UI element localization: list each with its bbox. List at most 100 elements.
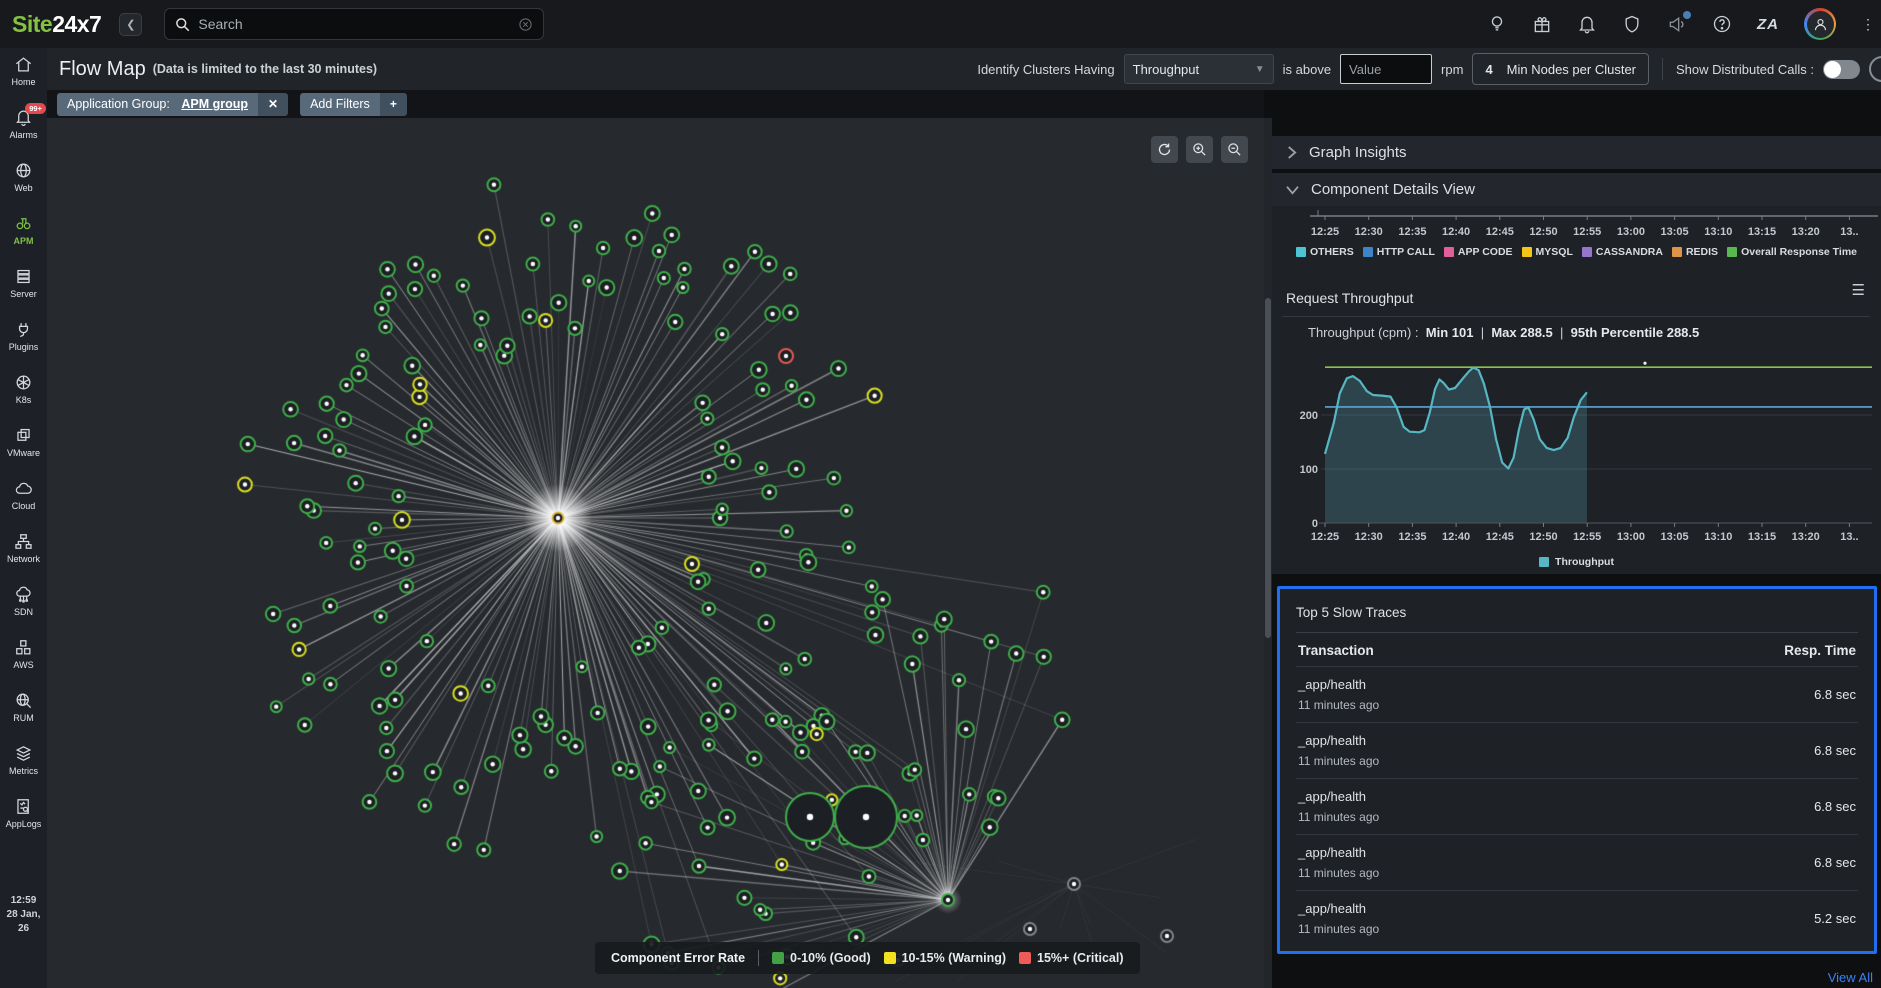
sidebar-item-home[interactable]: Home: [0, 48, 47, 101]
lightbulb-icon[interactable]: [1487, 14, 1507, 34]
gift-icon[interactable]: [1532, 14, 1552, 34]
component-details-title: Component Details View: [1311, 181, 1475, 198]
transaction-name[interactable]: _app/health: [1298, 901, 1379, 916]
distributed-calls-label: Show Distributed Calls :: [1676, 62, 1814, 77]
component-legend-item[interactable]: Overall Response Time: [1727, 246, 1857, 258]
chevron-down-icon: ▼: [1255, 64, 1265, 75]
topbar-icon-tray: ZA ⋮: [1487, 8, 1871, 40]
throughput-chart[interactable]: 200100012:2512:3012:3512:4012:4512:5012:…: [1272, 336, 1881, 551]
legend-swatch: [1522, 247, 1532, 257]
svg-text:12:25: 12:25: [1311, 531, 1339, 543]
svg-text:12:35: 12:35: [1398, 226, 1426, 238]
response-time: 6.8 sec: [1814, 799, 1856, 814]
component-details-content: 12:2512:3012:3512:4012:4512:5012:5513:00…: [1272, 206, 1881, 574]
sidebar-item-sdn[interactable]: SDN: [0, 578, 47, 631]
add-filter-button[interactable]: +: [380, 93, 407, 116]
transaction-name[interactable]: _app/health: [1298, 733, 1379, 748]
svg-text:12:40: 12:40: [1442, 531, 1470, 543]
zia-icon[interactable]: ZA: [1757, 16, 1779, 33]
application-group-chip[interactable]: Application Group: APM group ✕: [57, 93, 288, 116]
zoom-out-button[interactable]: [1221, 136, 1248, 163]
sidebar-item-web[interactable]: Web: [0, 154, 47, 207]
transaction-name[interactable]: _app/health: [1298, 677, 1379, 692]
search-bar[interactable]: Search: [164, 8, 544, 40]
threshold-value-input[interactable]: Value: [1340, 54, 1432, 84]
component-details-header[interactable]: Component Details View: [1272, 173, 1881, 206]
refresh-button[interactable]: [1151, 136, 1178, 163]
scrollbar-thumb[interactable]: [1265, 298, 1271, 638]
flow-map[interactable]: [47, 118, 1264, 988]
remove-filter-button[interactable]: ✕: [258, 93, 288, 116]
trace-row[interactable]: _app/health11 minutes ago6.8 sec: [1296, 778, 1858, 834]
error-rate-legend-item: 15%+ (Critical): [1019, 951, 1124, 965]
sidebar-item-alarms[interactable]: Alarms99+: [0, 101, 47, 154]
trace-row[interactable]: _app/health11 minutes ago6.8 sec: [1296, 666, 1858, 722]
min-nodes-box[interactable]: 4Min Nodes per Cluster: [1472, 53, 1649, 85]
component-chart-legend: OTHERS HTTP CALL APP CODE MYSQL CASSANDRA RED…: [1272, 246, 1881, 258]
top5-slow-traces-panel[interactable]: Top 5 Slow Traces Transaction Resp. Time…: [1277, 586, 1877, 954]
component-error-rate-legend: Component Error Rate 0-10% (Good) 10-15% …: [595, 942, 1140, 974]
help-icon[interactable]: [1712, 14, 1732, 34]
zoom-in-button[interactable]: [1186, 136, 1213, 163]
view-all-link[interactable]: View All: [1828, 970, 1873, 985]
sidebar-item-vmware[interactable]: VMware: [0, 419, 47, 472]
component-legend-item[interactable]: MYSQL: [1522, 246, 1573, 258]
flow-map-canvas-area[interactable]: Component Error Rate 0-10% (Good) 10-15% …: [47, 118, 1264, 988]
component-legend-item[interactable]: HTTP CALL: [1363, 246, 1435, 258]
trace-row[interactable]: _app/health11 minutes ago6.8 sec: [1296, 834, 1858, 890]
error-rate-legend-item: 0-10% (Good): [772, 951, 871, 965]
sidebar-item-server[interactable]: Server: [0, 260, 47, 313]
scrollbar-track[interactable]: [1264, 118, 1272, 988]
legend-title: Component Error Rate: [611, 951, 745, 965]
transaction-name[interactable]: _app/health: [1298, 845, 1379, 860]
svg-text:13..: 13..: [1840, 226, 1858, 238]
kebab-menu-icon[interactable]: ⋮: [1861, 22, 1871, 27]
sidebar-item-metrics[interactable]: Metrics: [0, 737, 47, 790]
component-legend-item[interactable]: OTHERS: [1296, 246, 1354, 258]
sidebar-item-network[interactable]: Network: [0, 525, 47, 578]
legend-swatch: [1296, 247, 1306, 257]
svg-text:12:55: 12:55: [1573, 226, 1601, 238]
clear-search-icon[interactable]: [518, 17, 533, 32]
cluster-controls: Identify Clusters Having Throughput▼ is …: [977, 53, 1877, 85]
binoculars-icon: [14, 214, 33, 233]
legend-label: HTTP CALL: [1377, 246, 1435, 258]
component-legend-item[interactable]: REDIS: [1672, 246, 1718, 258]
logo-site: Site: [12, 11, 52, 37]
add-filters-label: Add Filters: [300, 93, 380, 116]
error-rate-legend-item: 10-15% (Warning): [884, 951, 1006, 965]
col-resp-time: Resp. Time: [1784, 643, 1856, 658]
svg-text:12:25: 12:25: [1311, 226, 1339, 238]
sidebar-collapse-button[interactable]: ❮: [119, 13, 142, 36]
response-time: 6.8 sec: [1814, 855, 1856, 870]
sidebar-item-k8s[interactable]: K8s: [0, 366, 47, 419]
legend-swatch: [1363, 247, 1373, 257]
metric-selected-value: Throughput: [1133, 62, 1200, 77]
svg-text:13:00: 13:00: [1617, 226, 1645, 238]
add-filters-chip[interactable]: Add Filters +: [300, 93, 407, 116]
component-legend-item[interactable]: APP CODE: [1444, 246, 1513, 258]
bell-icon[interactable]: [1577, 14, 1597, 34]
legend-swatch: [1539, 557, 1549, 567]
sidebar-item-apm[interactable]: APM: [0, 207, 47, 260]
trace-row[interactable]: _app/health11 minutes ago5.2 sec: [1296, 890, 1858, 946]
metric-select[interactable]: Throughput ▼: [1124, 54, 1274, 84]
sidebar-item-applogs[interactable]: AppLogs: [0, 790, 47, 843]
distributed-calls-toggle[interactable]: [1823, 60, 1860, 79]
svg-text:13:20: 13:20: [1792, 531, 1820, 543]
component-legend-item[interactable]: CASSANDRA: [1582, 246, 1663, 258]
group-value-link[interactable]: APM group: [181, 97, 248, 111]
chart-menu-icon[interactable]: ☰: [1852, 288, 1865, 294]
megaphone-icon[interactable]: [1667, 14, 1687, 34]
transaction-name[interactable]: _app/health: [1298, 789, 1379, 804]
sidebar-item-rum[interactable]: RUM: [0, 684, 47, 737]
trace-row[interactable]: _app/health11 minutes ago6.8 sec: [1296, 722, 1858, 778]
sidebar-item-cloud[interactable]: Cloud: [0, 472, 47, 525]
svg-text:12:50: 12:50: [1529, 531, 1557, 543]
shield-icon[interactable]: [1622, 14, 1642, 34]
avatar[interactable]: [1804, 8, 1836, 40]
graph-insights-header[interactable]: Graph Insights: [1272, 136, 1881, 169]
legend-swatch: [772, 952, 784, 964]
sidebar-item-plugins[interactable]: Plugins: [0, 313, 47, 366]
sidebar-item-aws[interactable]: AWS: [0, 631, 47, 684]
